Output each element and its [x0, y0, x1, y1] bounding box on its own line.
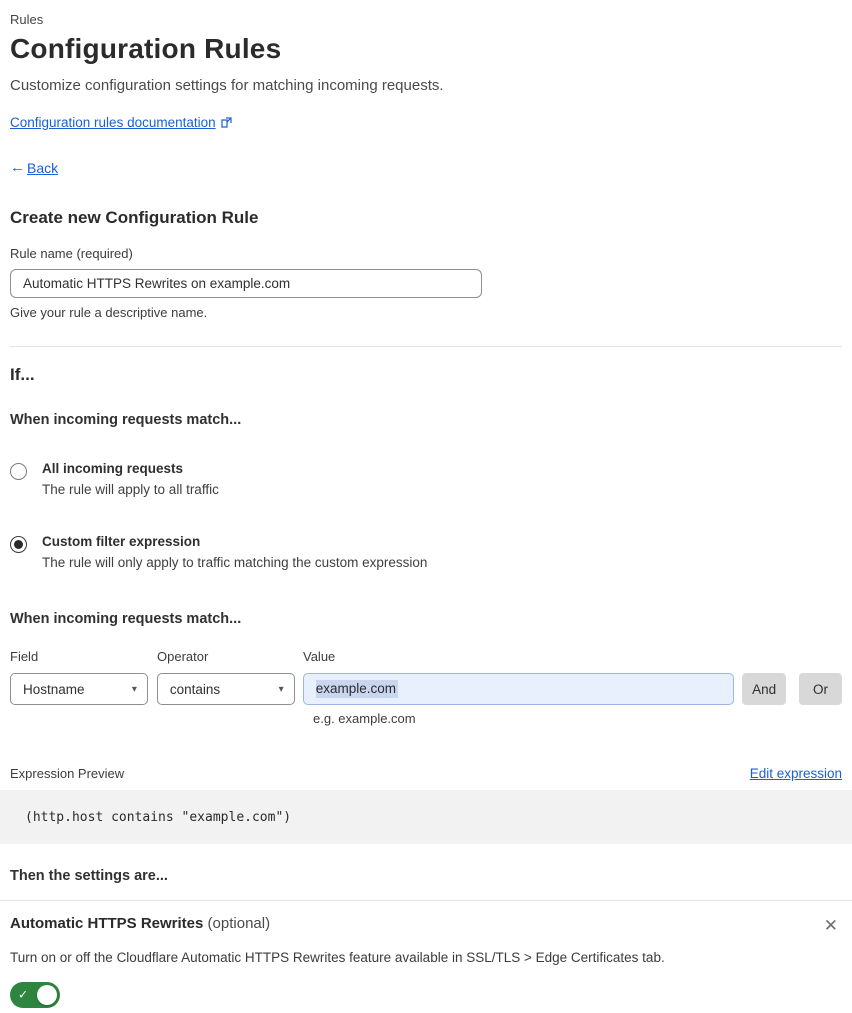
section-divider — [10, 346, 842, 347]
chevron-down-icon: ▾ — [278, 683, 284, 695]
page-title: Configuration Rules — [10, 33, 282, 64]
or-button[interactable]: Or — [799, 673, 842, 705]
value-input-text: example.com — [315, 680, 398, 698]
match-type-heading: When incoming requests match... — [10, 412, 242, 428]
expression-preview-block: (http.host contains "example.com") — [0, 790, 852, 844]
radio-label: Custom filter expression — [42, 534, 201, 549]
edit-expression-link[interactable]: Edit expression — [750, 766, 842, 781]
rule-name-help: Give your rule a descriptive name. — [10, 305, 208, 320]
rule-name-label: Rule name (required) — [10, 246, 133, 261]
expression-code: (http.host contains "example.com") — [25, 809, 292, 825]
toggle-knob — [37, 985, 57, 1005]
automatic-https-rewrites-toggle[interactable]: ✓ — [10, 982, 60, 1008]
builder-heading: When incoming requests match... — [10, 611, 242, 627]
settings-divider — [0, 900, 852, 901]
value-help-text: e.g. example.com — [313, 711, 416, 726]
back-link[interactable]: Back — [27, 160, 58, 176]
field-select-value: Hostname — [23, 681, 85, 697]
radio-description: The rule will only apply to traffic matc… — [42, 555, 428, 570]
if-heading: If... — [10, 365, 35, 384]
field-select[interactable]: Hostname ▾ — [10, 673, 148, 705]
page-subtitle: Customize configuration settings for mat… — [10, 77, 444, 94]
breadcrumb: Rules — [10, 12, 44, 27]
create-rule-heading: Create new Configuration Rule — [10, 208, 259, 227]
setting-title-row: Automatic HTTPS Rewrites (optional) — [10, 915, 270, 932]
radio-option-all-requests[interactable]: All incoming requests The rule will appl… — [10, 461, 842, 497]
field-label: Field — [10, 649, 39, 664]
rule-name-input[interactable] — [10, 269, 482, 298]
operator-label: Operator — [157, 649, 209, 664]
expression-preview-label: Expression Preview — [10, 766, 125, 781]
radio-button-icon[interactable] — [10, 463, 27, 480]
chevron-down-icon: ▾ — [131, 683, 137, 695]
external-link-icon — [221, 117, 232, 128]
radio-label: All incoming requests — [42, 461, 184, 476]
setting-title: Automatic HTTPS Rewrites — [10, 915, 204, 932]
and-button[interactable]: And — [742, 673, 787, 705]
operator-select-value: contains — [169, 681, 221, 697]
radio-button-icon[interactable] — [10, 536, 27, 553]
close-icon[interactable]: ✕ — [820, 915, 842, 936]
operator-select[interactable]: contains ▾ — [156, 673, 295, 705]
back-arrow-icon: ← — [10, 159, 25, 176]
value-label: Value — [303, 649, 336, 664]
radio-option-custom-filter[interactable]: Custom filter expression The rule will o… — [10, 534, 842, 570]
radio-description: The rule will apply to all traffic — [42, 482, 219, 497]
documentation-link[interactable]: Configuration rules documentation — [10, 115, 216, 130]
check-icon: ✓ — [18, 987, 29, 1002]
configuration-rules-page: Rules Configuration Rules Customize conf… — [0, 0, 852, 1013]
setting-optional-label: (optional) — [207, 915, 271, 932]
then-heading: Then the settings are... — [10, 868, 168, 884]
value-input[interactable]: example.com — [302, 673, 735, 705]
setting-description: Turn on or off the Cloudflare Automatic … — [10, 950, 665, 965]
